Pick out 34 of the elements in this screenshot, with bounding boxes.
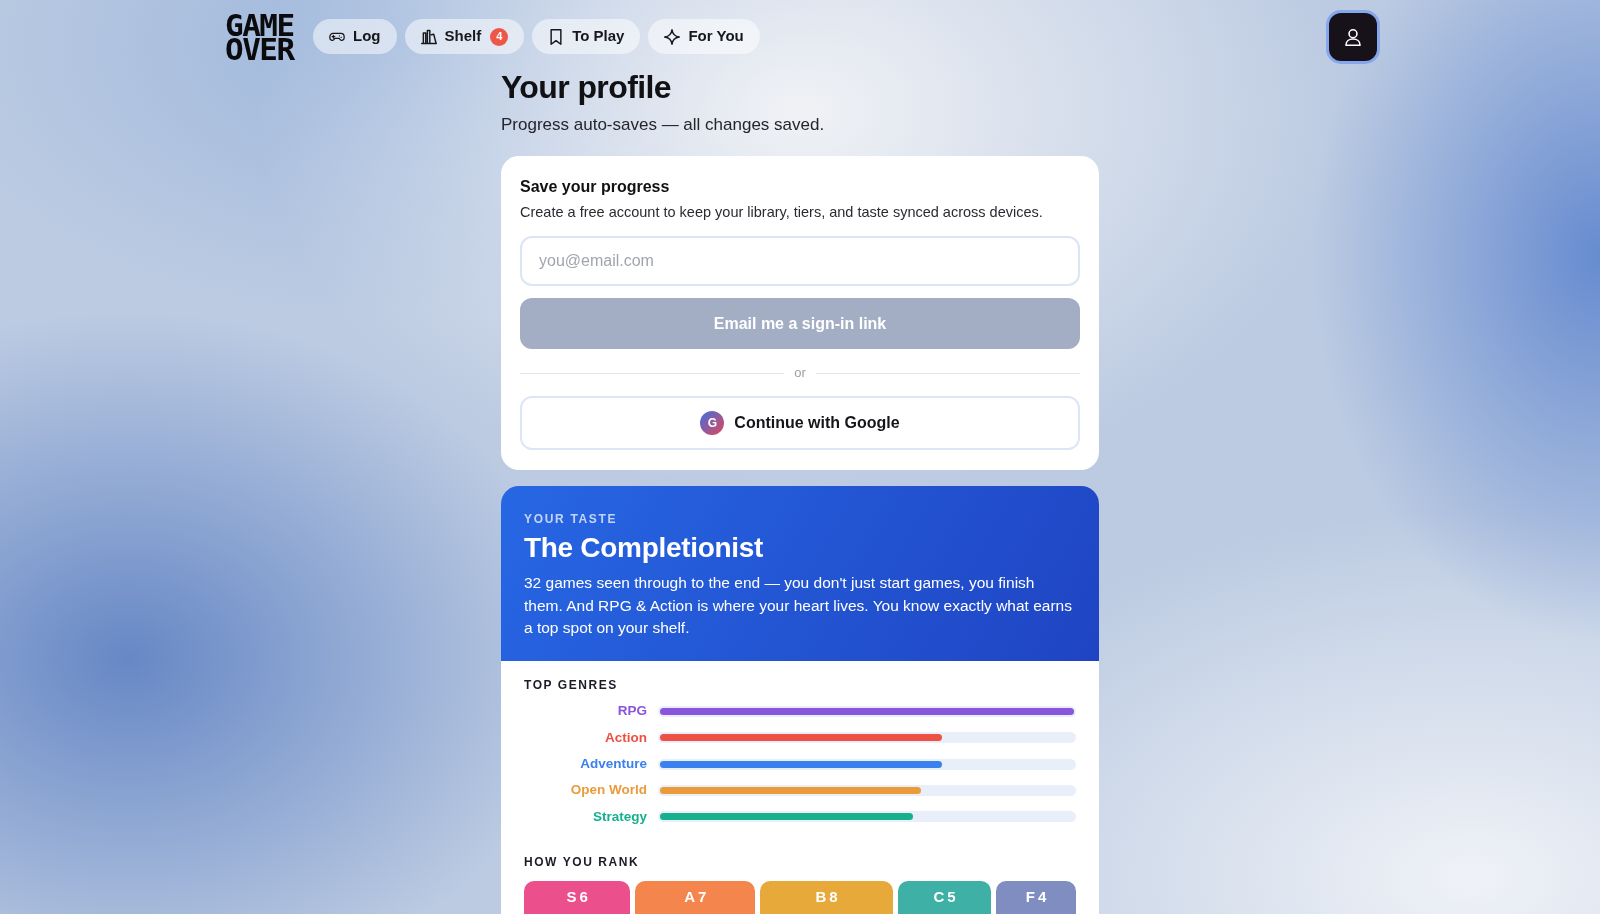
genre-label: Adventure [579, 754, 647, 773]
section-eyebrow: YOUR TASTE [524, 511, 619, 527]
bookmark-icon [548, 28, 565, 45]
card-description: Create a free account to keep your library, tiers, and taste synced across devices. [520, 203, 1044, 222]
count-badge: 4 [490, 27, 509, 46]
genre-label: Open World [569, 781, 647, 800]
section-heading: TOP GENRES [524, 676, 619, 693]
genre-label: Action [604, 728, 647, 747]
page-subtitle: Progress auto-saves — all changes saved. [501, 114, 826, 136]
nav-tab[interactable]: For You [648, 19, 760, 54]
or-separator-text: or [794, 364, 806, 382]
nav-tab[interactable]: Log [313, 19, 397, 54]
page-title: Your profile [501, 68, 672, 106]
email-input-field[interactable]: you@email.com [520, 236, 1080, 286]
tier-count-tile: A7 [635, 880, 756, 914]
profile-button[interactable] [1329, 13, 1377, 61]
nav-tab[interactable]: To Play [532, 19, 641, 54]
tier-count-tile: S6 [524, 880, 631, 914]
tier-count-tile: B8 [760, 880, 893, 914]
google-sign-in-button[interactable]: G Continue with Google [520, 396, 1080, 450]
tier-count-tile: F4 [996, 880, 1076, 914]
section-heading: HOW YOU RANK [524, 853, 641, 870]
user-icon [1345, 28, 1361, 46]
card-title: Save your progress [520, 177, 671, 197]
books-icon [420, 28, 437, 45]
sparkle-icon [664, 28, 681, 45]
genre-label: RPG [616, 702, 647, 721]
taste-summary: 32 games seen through to the end — you don't just start games, you finish them. And RPG & Action is where your heart lives. You know exactly what earns a top spot on your shelf. [524, 573, 1073, 638]
genre-label: Strategy [591, 807, 647, 826]
taste-title: The Completionist [524, 531, 765, 565]
tier-count-tile: C5 [897, 880, 992, 914]
nav-tab[interactable]: Shelf 4 [404, 19, 525, 54]
google-g-icon: G [700, 411, 725, 435]
logo-wordmark[interactable]: GAME OVER [225, 13, 299, 61]
